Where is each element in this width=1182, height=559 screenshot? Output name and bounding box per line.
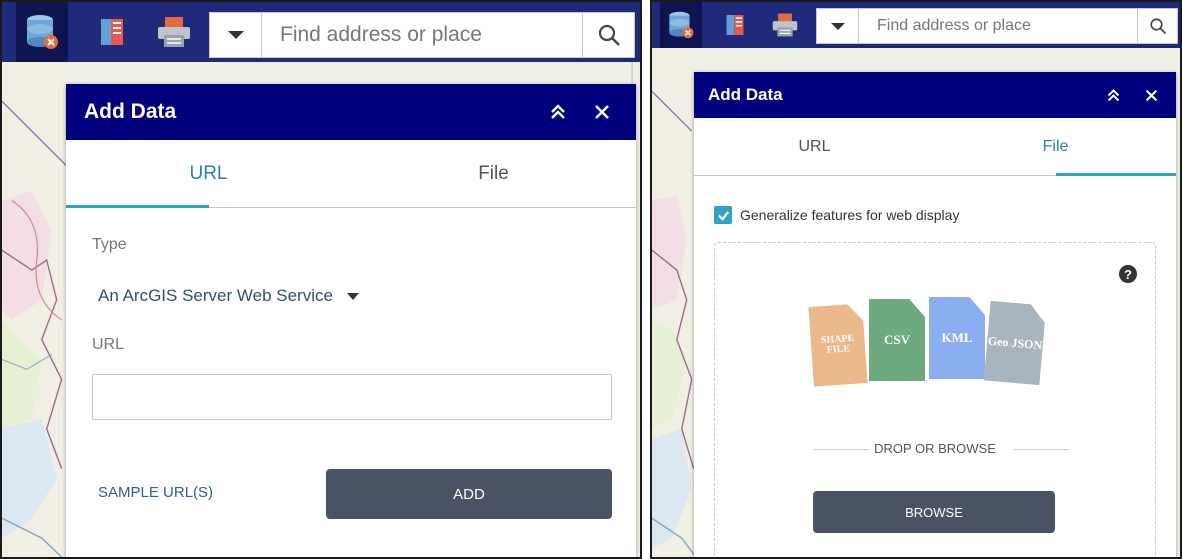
search-source-dropdown[interactable] — [210, 13, 262, 57]
left-screenshot: Add Data URL File Type An ArcGIS Server … — [0, 0, 642, 559]
type-value: An ArcGIS Server Web Service — [98, 286, 333, 305]
add-data-icon — [27, 15, 58, 49]
tab-bar: URL File — [694, 118, 1176, 176]
search-input[interactable] — [262, 13, 582, 57]
search-box — [816, 8, 1178, 44]
close-button[interactable] — [582, 84, 622, 140]
file-types-illustration: SHAPE FILE CSV KML Geo JSON — [811, 297, 1061, 397]
collapse-button[interactable] — [538, 84, 578, 140]
right-screenshot: Add Data URL File Gen — [650, 0, 1182, 559]
bookmark-button[interactable] — [714, 2, 756, 48]
search-button[interactable] — [582, 13, 634, 57]
close-button[interactable] — [1134, 72, 1168, 118]
panel-title: Add Data — [84, 100, 177, 123]
help-icon[interactable]: ? — [1119, 265, 1137, 283]
double-chevron-up-icon — [1107, 88, 1119, 101]
tab-url[interactable]: URL — [66, 140, 351, 208]
collapse-button[interactable] — [1096, 72, 1130, 118]
sample-urls-link[interactable]: SAMPLE URL(S) — [98, 484, 213, 501]
generalize-checkbox-row[interactable]: Generalize features for web display — [714, 206, 959, 224]
browse-button[interactable]: BROWSE — [813, 491, 1055, 533]
url-input[interactable] — [92, 374, 612, 420]
csv-icon: CSV — [869, 299, 925, 381]
caret-down-icon — [830, 22, 845, 30]
drop-or-browse-text: DROP OR BROWSE — [874, 441, 996, 456]
generalize-checkbox[interactable] — [714, 206, 732, 224]
search-icon — [598, 24, 620, 46]
search-button[interactable] — [1137, 9, 1177, 43]
shapefile-icon: SHAPE FILE — [808, 303, 867, 387]
panel-header: Add Data — [694, 72, 1176, 118]
close-icon — [595, 105, 609, 119]
panel-header: Add Data — [66, 84, 636, 140]
type-label: Type — [92, 236, 127, 253]
close-icon — [1145, 89, 1157, 101]
search-box — [209, 12, 635, 58]
bookmark-icon — [101, 19, 123, 45]
type-dropdown[interactable]: An ArcGIS Server Web Service — [98, 286, 359, 306]
add-data-panel: Add Data URL File Type An ArcGIS Server … — [66, 84, 636, 557]
bookmark-icon — [726, 15, 744, 35]
panel-title: Add Data — [708, 85, 783, 104]
add-data-panel: Add Data URL File Generalize features fo… — [694, 72, 1176, 557]
print-icon — [158, 17, 190, 47]
print-icon — [772, 13, 798, 37]
tab-url[interactable]: URL — [694, 118, 935, 175]
generalize-label: Generalize features for web display — [740, 207, 960, 223]
tab-bar: URL File — [66, 140, 636, 208]
file-drop-zone[interactable]: ? SHAPE FILE CSV KML Geo JSON DROP OR BR… — [714, 242, 1156, 557]
tab-file[interactable]: File — [935, 118, 1176, 176]
add-button[interactable]: ADD — [326, 469, 612, 519]
search-source-dropdown[interactable] — [817, 9, 859, 43]
checkmark-icon — [717, 210, 729, 221]
print-button[interactable] — [764, 2, 806, 48]
caret-down-icon — [227, 31, 244, 39]
kml-icon: KML — [929, 297, 985, 379]
add-data-button[interactable] — [660, 2, 702, 48]
search-icon — [1149, 18, 1166, 35]
add-data-button[interactable] — [16, 2, 68, 62]
divider-right — [1013, 449, 1069, 450]
search-input[interactable] — [859, 9, 1137, 43]
url-label: URL — [92, 336, 125, 353]
top-toolbar — [2, 2, 640, 62]
tab-file[interactable]: File — [351, 140, 636, 207]
bookmark-button[interactable] — [86, 2, 138, 62]
double-chevron-up-icon — [551, 104, 565, 119]
caret-down-icon — [346, 292, 359, 300]
print-button[interactable] — [148, 2, 200, 62]
add-data-icon — [669, 11, 694, 39]
geojson-icon: Geo JSON — [984, 301, 1047, 386]
top-toolbar — [652, 2, 1180, 48]
